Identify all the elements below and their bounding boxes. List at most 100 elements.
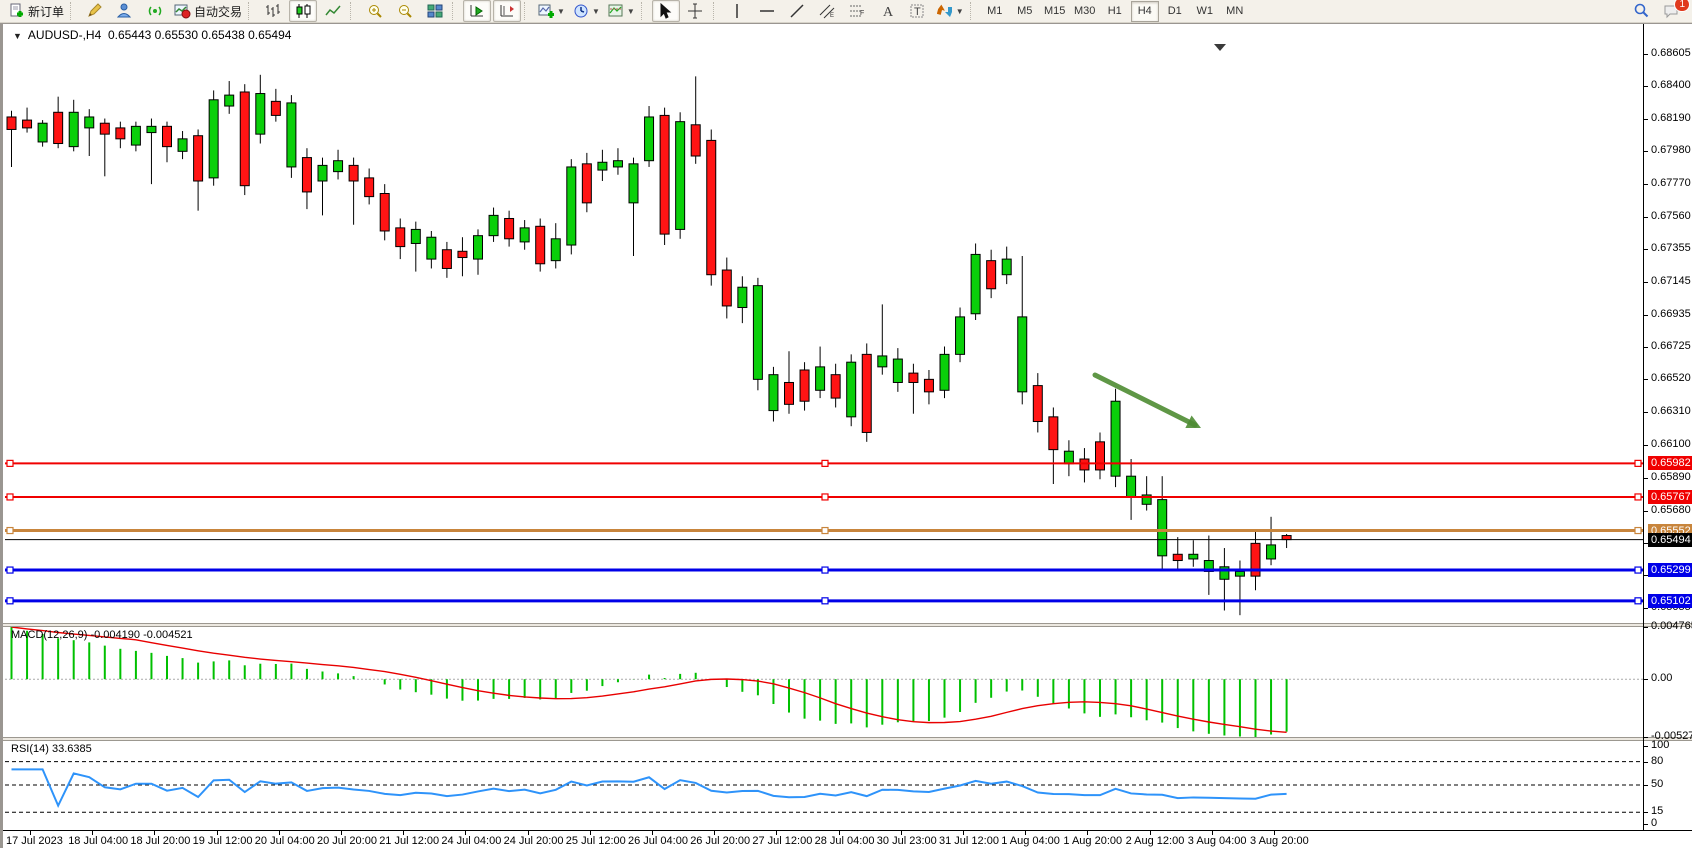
text-tool-button[interactable]: A [874,0,902,22]
period-mn-button[interactable]: MN [1221,1,1249,22]
vline-icon [729,3,746,19]
time-axis-label: 31 Jul 12:00 [939,835,999,847]
time-axis-tick [1087,831,1088,835]
period-h1-button[interactable]: H1 [1101,1,1129,22]
period-m30-button[interactable]: M30 [1071,1,1099,22]
trendline-tool-button[interactable] [784,0,812,22]
hline-icon [759,3,776,19]
text-label-tool-button[interactable]: T [904,0,932,22]
time-axis-tick [652,831,653,835]
time-axis[interactable]: 17 Jul 202318 Jul 04:0018 Jul 20:0019 Ju… [3,830,1692,852]
zoom-in-button[interactable] [361,0,389,22]
chevron-down-icon[interactable]: ▼ [592,7,600,16]
tline-icon [789,3,806,19]
market-watch-button[interactable] [111,0,139,22]
line-chart-mode-button[interactable] [319,0,347,22]
chart-menu-icon[interactable]: ▼ [13,31,22,41]
toolbar-separator [248,2,256,20]
notifications-button[interactable]: 1 [1657,0,1685,22]
macd-label: MACD(12,26,9) -0.004190 -0.004521 [11,629,193,641]
autotrading-button[interactable]: 自动交易 [171,0,245,22]
support-line-blue-1-price-badge: 0.65299 [1648,563,1692,577]
chevron-down-icon[interactable]: ▼ [627,7,635,16]
cursor-icon [657,3,674,19]
chart-shift-button[interactable] [493,0,521,22]
time-axis-tick [839,831,840,835]
new-order-label: 新订单 [28,3,64,20]
chevron-down-icon[interactable]: ▼ [956,7,964,16]
indplus-icon [538,3,555,19]
fibo-icon: F [849,3,866,19]
shift-icon [499,3,516,19]
time-axis-tick [590,831,591,835]
main-chart-pane[interactable] [5,42,1643,623]
zoomin-icon [367,3,384,19]
toolbar-separator [641,2,649,20]
zoom-out-button[interactable] [391,0,419,22]
time-axis-tick [403,831,404,835]
time-axis-label: 24 Jul 20:00 [504,835,564,847]
time-axis-label: 27 Jul 12:00 [752,835,812,847]
svg-text:T: T [914,6,921,18]
time-axis-label: 21 Jul 12:00 [379,835,439,847]
period-h4-button[interactable]: H4 [1131,1,1159,22]
svg-text:A: A [883,5,894,19]
bar-chart-mode-button[interactable] [259,0,287,22]
main-toolbar: 新订单 自动交易 ▼ ▼ ▼ EF A T ▼ M1M5M15M30H1H4D1W1MN 1 [0,0,1692,23]
timeframes-menu-button[interactable]: ▼ [570,0,603,22]
time-axis-tick [1025,831,1026,835]
period-w1-button[interactable]: W1 [1191,1,1219,22]
signal-icon [147,3,164,19]
toolbar-separator [524,2,532,20]
rsi-pane[interactable] [5,741,1643,830]
time-axis-label: 1 Aug 04:00 [1001,835,1060,847]
cross-icon [687,3,704,19]
time-axis-label: 18 Jul 04:00 [68,835,128,847]
time-axis-tick [901,831,902,835]
crosshair-tool-button[interactable] [682,0,710,22]
indicators-menu-button[interactable]: ▼ [535,0,568,22]
mql-editor-button[interactable] [81,0,109,22]
time-axis-label: 26 Jul 20:00 [690,835,750,847]
resistance-line-2-price-badge: 0.65767 [1648,490,1692,504]
cursor-tool-button[interactable] [652,0,680,22]
time-axis-tick [714,831,715,835]
fibonacci-tool-button[interactable]: F [844,0,872,22]
macd-axis[interactable]: 0.0047650.00-0.005276 [1644,627,1692,737]
templates-menu-button[interactable]: ▼ [605,0,638,22]
resistance-line-1-price-badge: 0.65982 [1648,456,1692,470]
arrows-menu-button[interactable]: ▼ [934,0,967,22]
vertical-line-tool-button[interactable] [724,0,752,22]
time-axis-label: 2 Aug 12:00 [1126,835,1185,847]
tile-windows-button[interactable] [421,0,449,22]
new-order-button[interactable]: 新订单 [5,0,67,22]
chevron-down-icon[interactable]: ▼ [557,7,565,16]
clock-icon [573,3,590,19]
macd-pane[interactable] [5,627,1643,737]
time-axis-tick [528,831,529,835]
labelT-icon: T [909,3,926,19]
tiles-icon [427,3,444,19]
equidistant-channel-tool-button[interactable]: E [814,0,842,22]
period-m1-button[interactable]: M1 [981,1,1009,22]
toolbar-right: 1 [1626,0,1686,22]
search-button[interactable] [1627,0,1655,22]
period-m5-button[interactable]: M5 [1011,1,1039,22]
mt4-terminal: 新订单自动交易▼▼▼EFAT▼M1M5M15M30H1H4D1W1MN1 ▼AU… [0,0,1692,852]
price-axis[interactable]: 0.686050.684000.681900.679800.677700.675… [1644,42,1692,623]
person-icon [117,3,134,19]
auto-scroll-button[interactable] [463,0,491,22]
time-axis-label: 30 Jul 23:00 [877,835,937,847]
chart-ohlc-values: 0.65443 0.65530 0.65438 0.65494 [108,28,292,42]
period-m15-button[interactable]: M15 [1041,1,1069,22]
horizontal-line-tool-button[interactable] [754,0,782,22]
rsi-axis[interactable]: 1008050150 [1644,741,1692,830]
toolbar-separator [452,2,460,20]
candle-chart-mode-button[interactable] [289,0,317,22]
rsi-label: RSI(14) 33.6385 [11,743,92,755]
search-icon [1633,3,1650,19]
textA-icon: A [879,3,896,19]
signals-button[interactable] [141,0,169,22]
period-d1-button[interactable]: D1 [1161,1,1189,22]
time-axis-tick [465,831,466,835]
